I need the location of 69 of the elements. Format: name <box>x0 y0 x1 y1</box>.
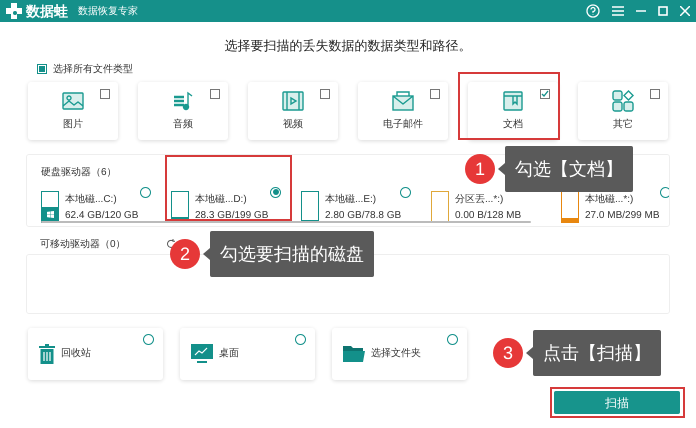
film-icon <box>281 89 305 113</box>
file-type-label: 文档 <box>503 118 523 132</box>
file-type-card[interactable]: 视频 <box>248 82 338 140</box>
callout-pointer <box>203 248 210 260</box>
music-note-icon <box>171 89 195 113</box>
folder-icon <box>343 344 365 362</box>
drive-size: 0.00 B/128 MB <box>455 208 522 222</box>
drive-size: 28.3 GB/199 GB <box>195 208 268 222</box>
drive-size: 2.80 GB/78.8 GB <box>325 208 402 222</box>
scan-button[interactable]: 扫描 <box>554 391 680 414</box>
callout-pointer <box>498 163 505 175</box>
location-card[interactable]: 选择文件夹 <box>332 328 467 380</box>
file-type-card[interactable]: 文档 <box>468 82 558 140</box>
app-subtitle: 数据恢复专家 <box>78 4 138 18</box>
location-card[interactable]: 回收站 <box>28 328 163 380</box>
heading: 选择要扫描的丢失数据的数据类型和路径。 <box>224 37 472 55</box>
file-type-card[interactable]: 图片 <box>28 82 118 140</box>
select-all-label: 选择所有文件类型 <box>53 62 133 76</box>
menu-icon[interactable] <box>612 6 624 16</box>
file-type-label: 视频 <box>283 118 303 132</box>
radio-button[interactable] <box>660 186 669 198</box>
maximize-icon[interactable] <box>658 6 668 16</box>
checkbox[interactable] <box>320 88 330 98</box>
envelope-icon <box>391 89 415 113</box>
radio-button[interactable] <box>143 334 154 344</box>
drive-size: 62.4 GB/120 GB <box>65 208 138 222</box>
section-title: 可移动驱动器（0） <box>40 238 126 252</box>
drive-name: 本地磁...E:) <box>325 192 378 206</box>
checkbox[interactable] <box>540 88 550 98</box>
app-name: 数据蛙 <box>26 2 68 20</box>
file-type-label: 音频 <box>173 118 193 132</box>
radio-button[interactable] <box>295 334 306 344</box>
radio-button[interactable] <box>400 186 411 198</box>
callout-pointer <box>526 347 533 359</box>
drive-size: 27.0 MB/299 MB <box>585 208 660 222</box>
checkbox[interactable] <box>650 88 660 98</box>
location-label: 桌面 <box>219 346 239 361</box>
help-icon[interactable] <box>586 4 600 18</box>
drive-name: 本地磁...*:) <box>585 192 634 206</box>
close-icon[interactable] <box>680 6 690 16</box>
windows-logo-icon <box>46 210 54 218</box>
step-number: 2 <box>170 239 200 269</box>
checkbox[interactable] <box>430 88 440 98</box>
file-type-label: 图片 <box>63 118 83 132</box>
section-title: 硬盘驱动器（6） <box>41 166 117 178</box>
drive-name: 本地磁...C:) <box>65 192 118 206</box>
step-number: 3 <box>493 338 523 368</box>
file-type-label: 电子邮件 <box>383 118 423 132</box>
radio-button[interactable] <box>270 186 281 198</box>
location-card[interactable]: 桌面 <box>180 328 315 380</box>
cross-logo-icon <box>6 3 22 19</box>
file-type-label: 其它 <box>613 118 633 132</box>
radio-button[interactable] <box>447 334 458 344</box>
document-icon <box>501 89 525 113</box>
select-all-checkbox[interactable] <box>37 64 47 74</box>
trash-icon <box>39 344 55 364</box>
monitor-icon <box>191 344 213 364</box>
drive-name: 本地磁...D:) <box>195 192 248 206</box>
drive-name: 分区丟...*:) <box>455 192 504 206</box>
shapes-icon <box>611 89 635 113</box>
checkbox[interactable] <box>210 88 220 98</box>
file-type-card[interactable]: 其它 <box>578 82 668 140</box>
file-type-card[interactable]: 电子邮件 <box>358 82 448 140</box>
step-number: 1 <box>465 154 495 184</box>
location-label: 选择文件夹 <box>371 346 421 361</box>
radio-button[interactable] <box>140 186 151 198</box>
checkbox[interactable] <box>100 88 110 98</box>
file-type-card[interactable]: 音频 <box>138 82 228 140</box>
location-label: 回收站 <box>61 346 91 361</box>
